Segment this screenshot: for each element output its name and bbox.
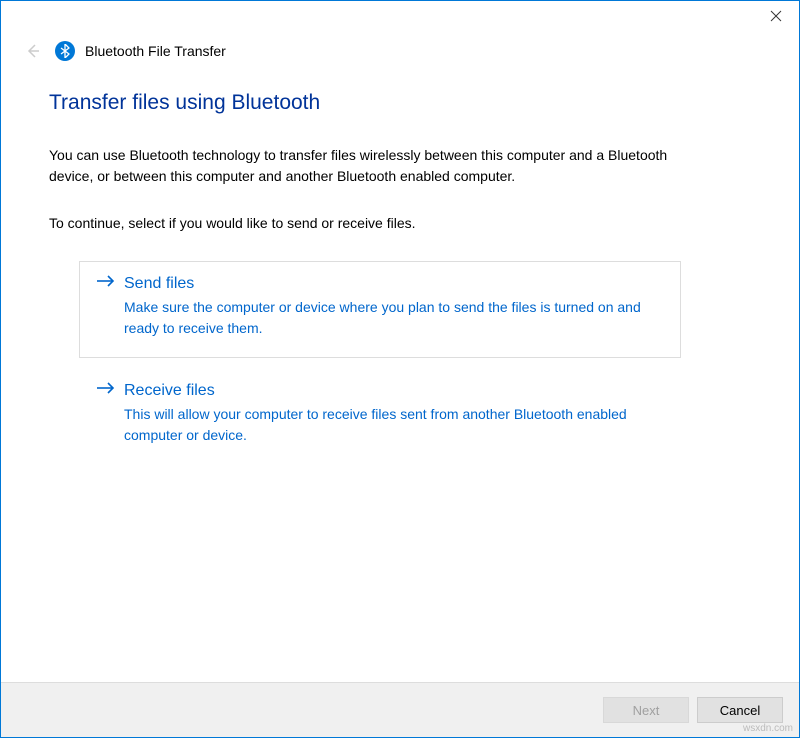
options-list: Send files Make sure the computer or dev… xyxy=(49,261,751,465)
cancel-button[interactable]: Cancel xyxy=(697,697,783,723)
option-send-files[interactable]: Send files Make sure the computer or dev… xyxy=(79,261,681,358)
footer: Next Cancel xyxy=(1,682,799,737)
option-title: Receive files xyxy=(124,382,215,400)
titlebar xyxy=(1,1,799,33)
next-button: Next xyxy=(603,697,689,723)
option-title: Send files xyxy=(124,275,194,293)
intro-text: You can use Bluetooth technology to tran… xyxy=(49,145,709,187)
back-button xyxy=(21,39,45,63)
option-receive-files[interactable]: Receive files This will allow your compu… xyxy=(79,368,681,465)
option-header: Send files xyxy=(96,274,664,293)
page-heading: Transfer files using Bluetooth xyxy=(49,91,751,115)
back-arrow-icon xyxy=(24,42,42,60)
content-area: Transfer files using Bluetooth You can u… xyxy=(1,63,799,682)
arrow-right-icon xyxy=(96,381,116,400)
wizard-window: Bluetooth File Transfer Transfer files u… xyxy=(0,0,800,738)
option-description: This will allow your computer to receive… xyxy=(96,404,656,446)
option-header: Receive files xyxy=(96,381,664,400)
arrow-right-icon xyxy=(96,274,116,293)
close-button[interactable] xyxy=(753,1,799,31)
close-icon xyxy=(770,10,782,22)
header-row: Bluetooth File Transfer xyxy=(1,33,799,63)
window-title: Bluetooth File Transfer xyxy=(85,43,226,59)
bluetooth-icon xyxy=(55,41,75,61)
instruction-text: To continue, select if you would like to… xyxy=(49,215,751,231)
option-description: Make sure the computer or device where y… xyxy=(96,297,656,339)
